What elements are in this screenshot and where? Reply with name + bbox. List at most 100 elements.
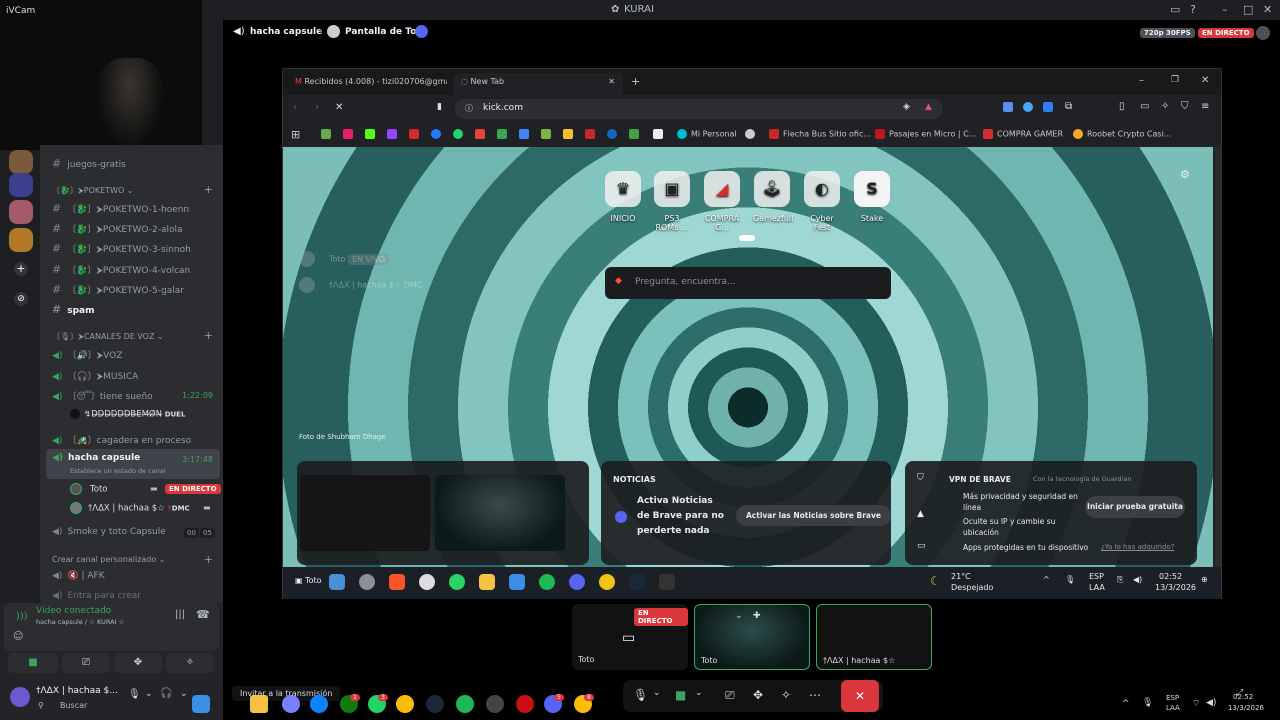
clock-date[interactable]: 13/3/2026: [1228, 704, 1264, 712]
extension-icon[interactable]: [1043, 102, 1053, 112]
stop-icon[interactable]: ✕: [335, 102, 343, 113]
channel-voz[interactable]: ◀) 〔🔊〕⮞VOZ: [52, 348, 122, 361]
maximize-icon[interactable]: □: [1243, 3, 1253, 16]
search-box[interactable]: ◆ Pregunta, encuentra...: [605, 267, 891, 299]
channel-poketwo-2[interactable]: # 〔🐉〕⮞POKETWO-2-alola: [52, 222, 183, 235]
apps-grid-icon[interactable]: ⊞: [291, 128, 300, 141]
category-custom[interactable]: Crear canal personalizado ⌄: [52, 555, 166, 564]
bookmark-icon-item[interactable]: [321, 129, 335, 139]
noise-icon[interactable]: |||: [175, 609, 185, 620]
app-icon[interactable]: [282, 695, 300, 713]
folder-icon[interactable]: [479, 574, 495, 590]
bookmark-icon-item[interactable]: [563, 129, 577, 139]
network-icon[interactable]: ⎘: [1117, 575, 1123, 585]
add-channel-icon[interactable]: +: [204, 553, 213, 566]
leo-icon[interactable]: ✧: [1161, 101, 1169, 112]
whatsapp-icon[interactable]: [449, 574, 465, 590]
channel-tiene-sueno[interactable]: ◀) 〔😴〕tiene sueño: [52, 389, 153, 402]
tray-chevron-icon[interactable]: ^: [1122, 699, 1130, 709]
mic-icon[interactable]: 🎙: [1142, 698, 1153, 708]
lang-indicator[interactable]: ESP: [1166, 694, 1179, 702]
photo-credit[interactable]: Foto de Shubham Dhage: [299, 433, 386, 441]
settings-icon[interactable]: ⚙: [1180, 168, 1190, 181]
settings-app-icon[interactable]: [359, 574, 375, 590]
channel-smoke[interactable]: ◀) Smoke y toto Capsule: [52, 527, 166, 537]
back-icon[interactable]: ‹: [293, 102, 297, 113]
brave-app-icon[interactable]: [389, 574, 405, 590]
close-tab-icon[interactable]: ✕: [608, 77, 615, 86]
category-poketwo[interactable]: 〔🐉〕⮞POKETWO ⌄: [52, 185, 134, 196]
add-user-icon[interactable]: ✚: [753, 611, 761, 621]
notifications-icon[interactable]: ⤢: [1236, 688, 1243, 698]
menu-icon[interactable]: ≡: [1201, 101, 1209, 112]
channel-status[interactable]: Establece un estado de canal: [70, 467, 166, 475]
bookmark-icon-item[interactable]: [519, 129, 533, 139]
bookmark-pasajes[interactable]: Pasajes en Micro | C...: [875, 129, 976, 139]
add-channel-icon[interactable]: +: [204, 183, 213, 196]
edge-icon[interactable]: [310, 695, 328, 713]
restore-icon[interactable]: ❐: [1171, 75, 1179, 85]
tile-camera-toto[interactable]: ⌄ ✚ Toto: [694, 604, 810, 670]
scrollbar[interactable]: [1215, 147, 1221, 567]
discord-icon[interactable]: [569, 574, 585, 590]
channel-poketwo-1[interactable]: # 〔🐉〕⮞POKETWO-1-hoenn: [52, 202, 189, 215]
video-thumbnail[interactable]: [300, 475, 430, 551]
voice-channel[interactable]: hacha capsule / ☆ KURAI ☆: [36, 618, 124, 626]
bookmark-icon-item[interactable]: [653, 129, 667, 139]
address-bar[interactable]: ⓘ kick.com: [455, 99, 943, 119]
steam-icon[interactable]: [629, 574, 645, 590]
speed-dial-ps3[interactable]: ▣ PS3 ROMs ...: [653, 171, 691, 232]
extension-icon[interactable]: [1003, 102, 1013, 112]
chat-icon[interactable]: [1256, 26, 1270, 40]
puzzle-icon[interactable]: ⧉: [1065, 101, 1072, 112]
brave-shield-icon[interactable]: ◈: [903, 102, 910, 112]
close-icon[interactable]: ✕: [1201, 75, 1209, 86]
weather-temp[interactable]: 21°C: [951, 572, 971, 581]
chevron-down-icon[interactable]: ⌄: [735, 611, 743, 621]
tab-gmail[interactable]: M Recibidos (4.008) - tizi020706@gma...: [287, 73, 447, 95]
bookmark-icon-item[interactable]: [607, 129, 621, 139]
chrome-icon[interactable]: [396, 695, 414, 713]
add-channel-icon[interactable]: +: [204, 329, 213, 342]
weather-desc[interactable]: Despejado: [951, 583, 993, 592]
opera-icon[interactable]: [516, 695, 534, 713]
inbox-icon[interactable]: ▭: [1170, 3, 1180, 16]
soundboard-button[interactable]: ✧: [166, 653, 214, 673]
discover-icon[interactable]: ⊘: [14, 292, 28, 306]
channel-entra[interactable]: ◀) Entra para crear: [52, 591, 141, 601]
channel-juegos-gratis[interactable]: # juegos-gratis: [52, 157, 126, 170]
activity-icon[interactable]: ☺: [13, 631, 23, 642]
forward-icon[interactable]: ›: [315, 102, 319, 113]
bookmark-icon-item[interactable]: [387, 129, 401, 139]
vpn-link[interactable]: ¿Ya lo has adquirido?: [1101, 543, 1174, 551]
new-tab-icon[interactable]: +: [631, 75, 640, 88]
clock-date[interactable]: 13/3/2026: [1155, 583, 1196, 592]
close-icon[interactable]: ✕: [1263, 3, 1272, 16]
bookmark-compra-gamer[interactable]: COMPRA GAMER: [983, 129, 1063, 139]
channel-afk[interactable]: ◀) 🔇 | AFK: [52, 571, 105, 581]
wifi-icon[interactable]: ⌔: [1192, 698, 1200, 709]
epic-icon[interactable]: [659, 574, 675, 590]
bookmark-icon-item[interactable]: [453, 129, 467, 139]
speed-dial-cyber-fest[interactable]: ◐ Cyber Fest: [803, 171, 841, 232]
minimize-icon[interactable]: –: [1222, 3, 1228, 16]
camera-button[interactable]: ■: [8, 653, 58, 673]
channel-poketwo-5[interactable]: # 〔🐉〕⮞POKETWO-5-galar: [52, 283, 184, 296]
steam-icon[interactable]: [426, 695, 444, 713]
app-icon[interactable]: [329, 574, 345, 590]
lang-indicator[interactable]: ESP: [1089, 572, 1104, 581]
screen-share-button[interactable]: ⎚: [62, 653, 110, 673]
category-voice[interactable]: 〔🎙〕⮞CANALES DE VOZ ⌄: [52, 331, 164, 342]
server-icon[interactable]: [9, 200, 33, 224]
channel-hacha[interactable]: ◀) hacha capsule: [52, 453, 140, 463]
server-icon[interactable]: [9, 173, 33, 197]
tile-screen-share[interactable]: EN DIRECTO ▭ Toto: [572, 604, 688, 670]
speed-dial-inicio[interactable]: ♛ INICIO: [604, 171, 642, 223]
clock-time[interactable]: 02:52: [1159, 572, 1182, 581]
channel-musica[interactable]: ◀) 〔🎧〕⮞MUSICA: [52, 369, 138, 382]
tile-camera-adx[interactable]: †ΛΔX | hachaa $☆: [816, 604, 932, 670]
tray-chevron-icon[interactable]: ^: [1043, 575, 1050, 584]
bookmark-icon-item[interactable]: [409, 129, 423, 139]
bookmark-mi-personal[interactable]: Mi Personal: [677, 129, 737, 139]
bookmark-icon-item[interactable]: [497, 129, 511, 139]
